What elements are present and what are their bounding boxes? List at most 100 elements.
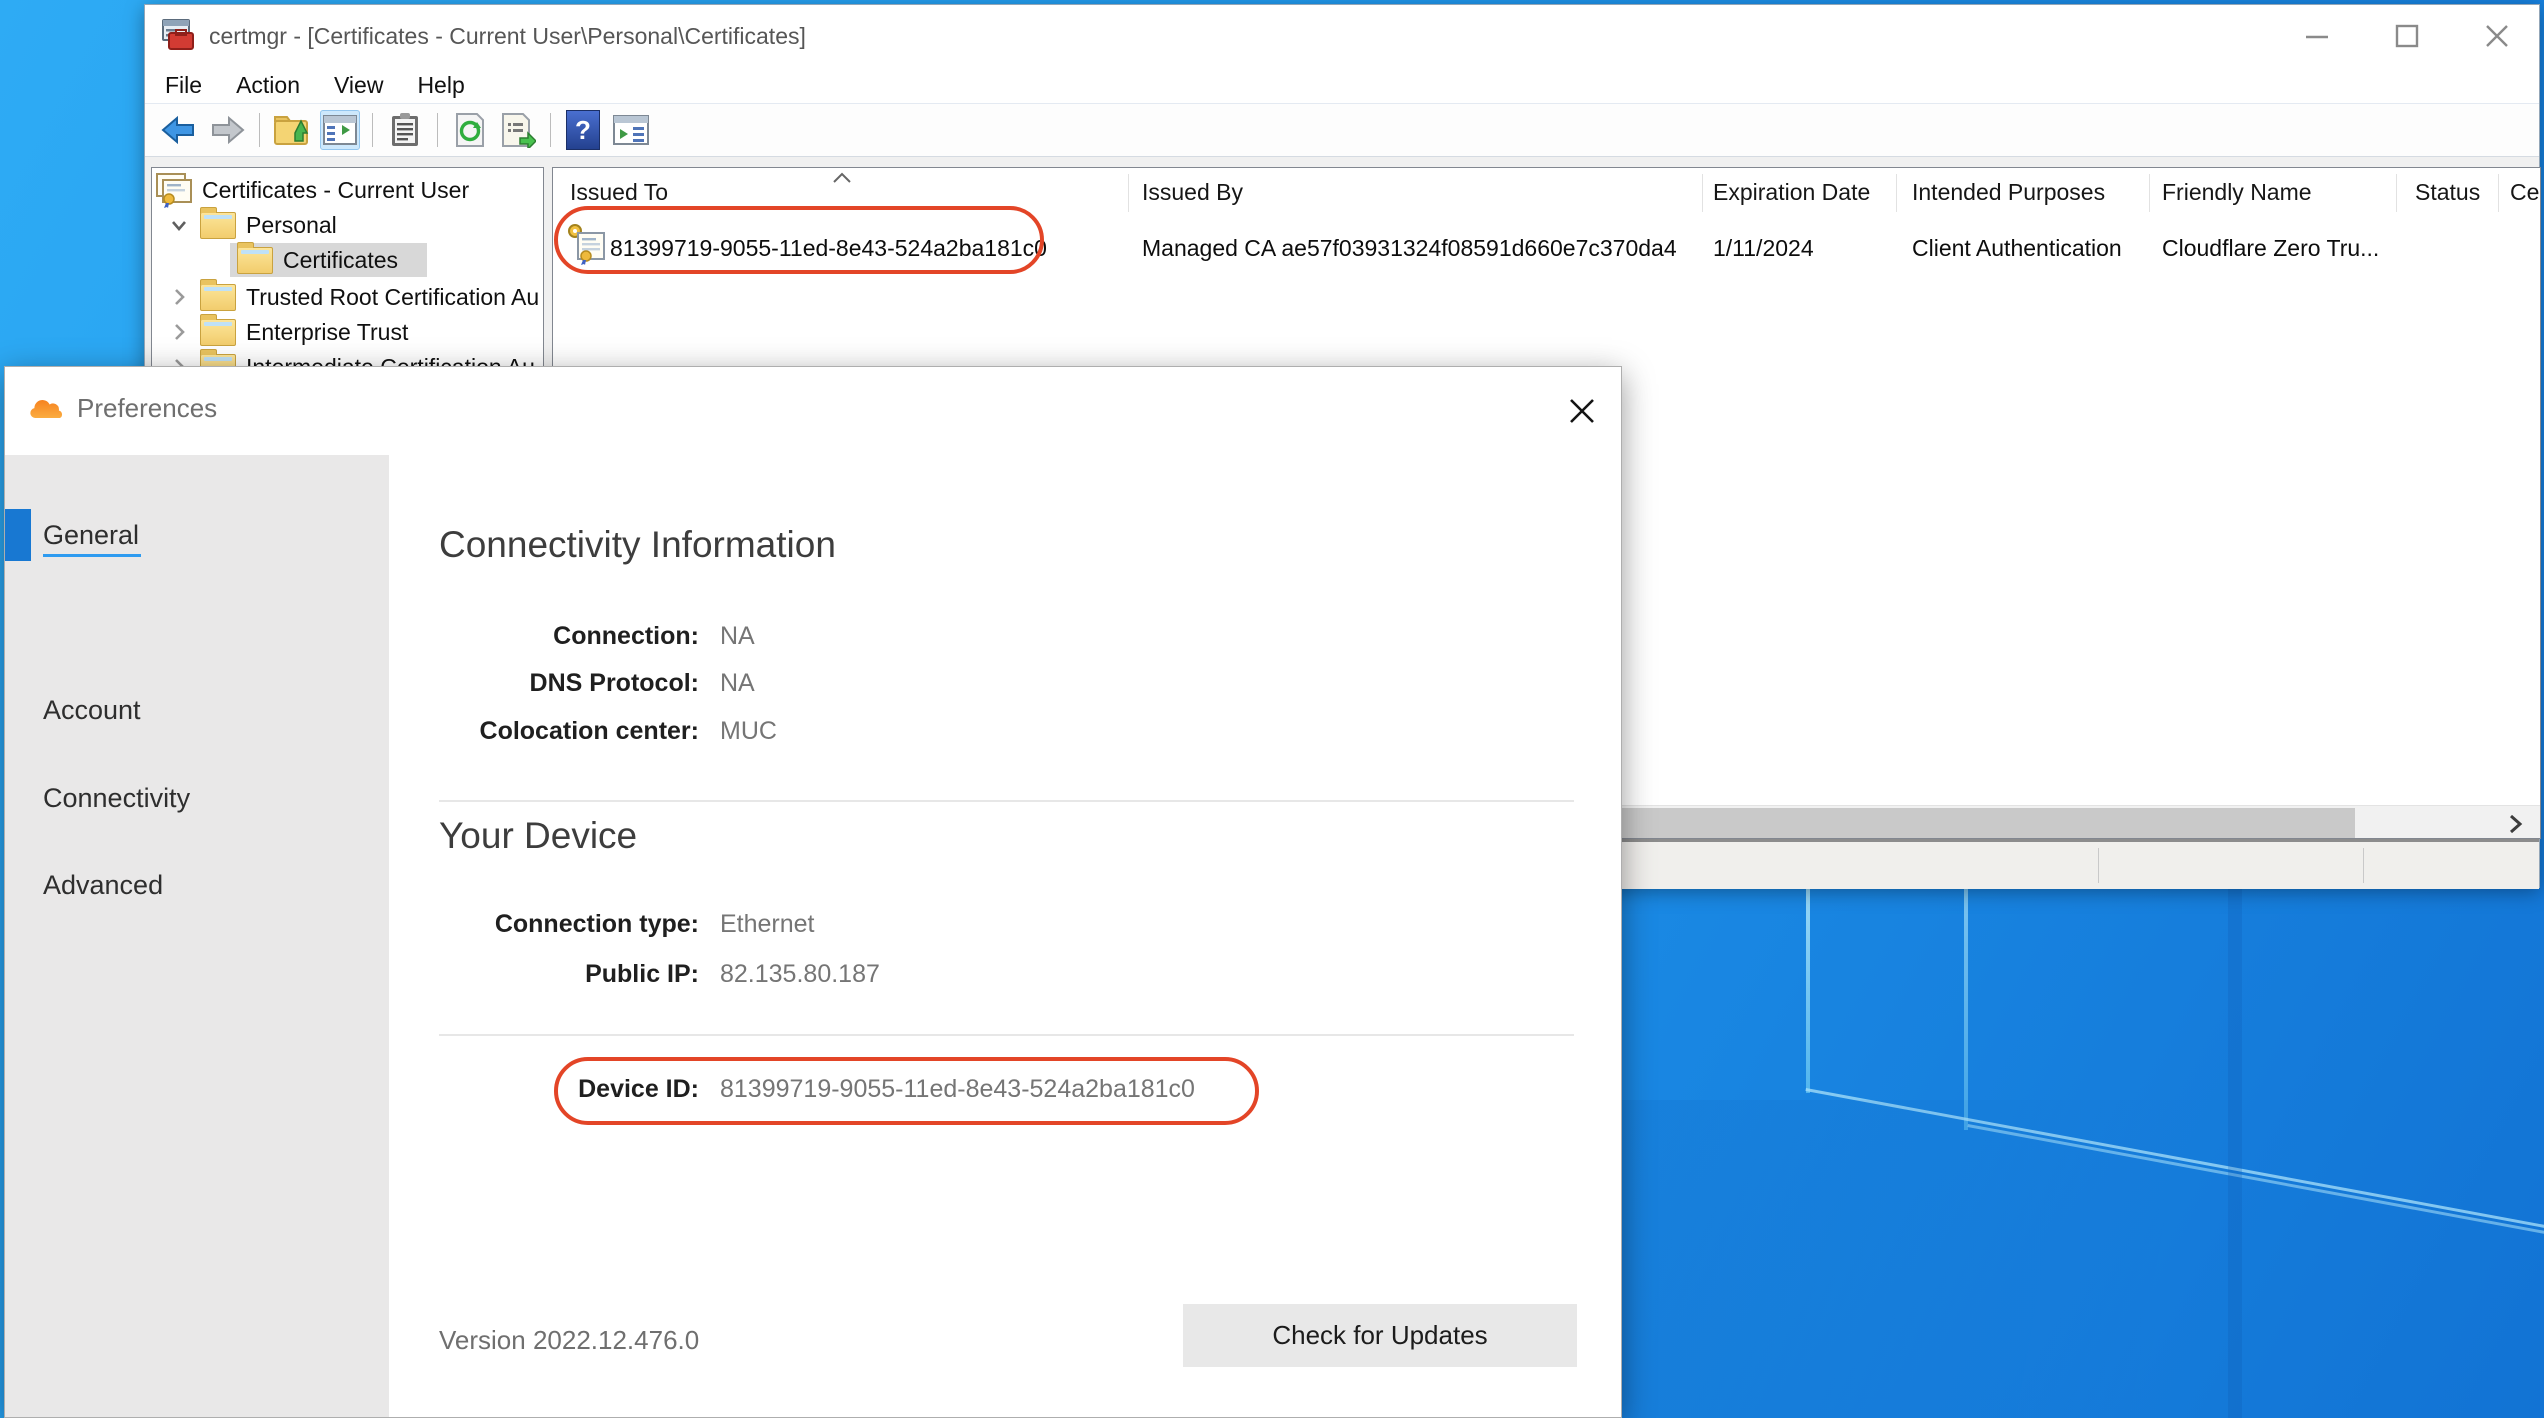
scroll-right-icon[interactable]: [2492, 806, 2538, 839]
column-header-issued-to[interactable]: Issued To: [570, 168, 668, 216]
chevron-right-icon[interactable]: [168, 286, 190, 308]
minimize-icon[interactable]: [2289, 10, 2345, 62]
cell-intended-purposes: Client Authentication: [1912, 217, 2122, 279]
clipboard-icon[interactable]: [385, 110, 425, 150]
cell-friendly-name: Cloudflare Zero Tru...: [2162, 217, 2379, 279]
active-tab-underline: [43, 554, 141, 557]
menu-action[interactable]: Action: [236, 72, 300, 99]
chevron-down-icon[interactable]: [168, 214, 190, 236]
public-ip-value: 82.135.80.187: [720, 960, 880, 989]
preferences-title: Preferences: [77, 393, 217, 424]
refresh-icon[interactable]: [450, 110, 490, 150]
tab-advanced[interactable]: Advanced: [43, 868, 163, 902]
certmgr-menubar: File Action View Help: [145, 67, 2539, 103]
tree-item-root[interactable]: Certificates - Current User: [152, 173, 543, 207]
toolbar-separator: [550, 113, 551, 147]
tree-item-personal[interactable]: Personal: [152, 208, 543, 242]
sort-asc-icon: [830, 170, 854, 191]
cell-issued-to: 81399719-9055-11ed-8e43-524a2ba181c0: [610, 217, 1047, 279]
back-icon[interactable]: [159, 110, 199, 150]
check-for-updates-button[interactable]: Check for Updates: [1183, 1304, 1577, 1367]
section-divider: [439, 800, 1574, 802]
toolbar-separator: [259, 113, 260, 147]
preferences-titlebar: Preferences: [19, 393, 217, 424]
folder-icon: [200, 319, 236, 346]
wallpaper-beam: [1964, 888, 1968, 1130]
certificate-key-icon: [566, 221, 608, 270]
cloudflare-logo: [29, 397, 67, 421]
help-icon[interactable]: ?: [563, 110, 603, 150]
section-divider: [439, 1034, 1574, 1036]
show-window-icon[interactable]: [611, 110, 651, 150]
column-header-friendly-name[interactable]: Friendly Name: [2162, 168, 2312, 216]
tree-certificates-label: Certificates: [283, 247, 398, 274]
colocation-value: MUC: [720, 717, 777, 746]
forward-icon[interactable]: [207, 110, 247, 150]
dns-protocol-label: DNS Protocol:: [389, 669, 699, 698]
active-tab-indicator: [5, 509, 31, 561]
chevron-right-icon[interactable]: [168, 321, 190, 343]
column-header-status[interactable]: Status: [2415, 168, 2480, 216]
toolbar-separator: [372, 113, 373, 147]
preferences-sidebar: General Account Connectivity Advanced: [5, 455, 389, 1417]
info-row-device-id: Device ID: 81399719-9055-11ed-8e43-524a2…: [389, 1075, 1389, 1104]
column-separator[interactable]: [2396, 174, 2397, 212]
folder-icon: [200, 212, 236, 239]
connection-value: NA: [720, 622, 755, 651]
maximize-icon[interactable]: [2379, 10, 2435, 62]
public-ip-label: Public IP:: [389, 960, 699, 989]
tree-root-label: Certificates - Current User: [202, 177, 469, 204]
menu-help[interactable]: Help: [417, 72, 464, 99]
tree-trusted-root-label: Trusted Root Certification Au: [246, 284, 539, 311]
toolbar-separator: [437, 113, 438, 147]
tree-item-trusted-root[interactable]: Trusted Root Certification Au: [152, 280, 543, 314]
help-glyph: ?: [566, 110, 600, 150]
column-header-intended-purposes[interactable]: Intended Purposes: [1912, 168, 2105, 216]
section-heading-connectivity: Connectivity Information: [439, 524, 836, 566]
column-separator[interactable]: [1702, 174, 1703, 212]
wallpaper-shade: [1622, 1100, 2544, 1418]
version-text: Version 2022.12.476.0: [439, 1325, 699, 1356]
column-separator[interactable]: [1896, 174, 1897, 212]
menu-file[interactable]: File: [165, 72, 202, 99]
section-heading-your-device: Your Device: [439, 815, 637, 857]
tab-account[interactable]: Account: [43, 693, 141, 727]
certmgr-app-icon: [159, 17, 197, 55]
info-row-public-ip: Public IP: 82.135.80.187: [389, 960, 1389, 989]
tree-item-enterprise-trust[interactable]: Enterprise Trust: [152, 315, 543, 349]
connection-type-value: Ethernet: [720, 910, 815, 939]
menu-view[interactable]: View: [334, 72, 383, 99]
certmgr-titlebar: certmgr - [Certificates - Current User\P…: [145, 5, 2539, 67]
tree-personal-label: Personal: [246, 212, 337, 239]
statusbar-separator: [2363, 848, 2364, 883]
tree-enterprise-trust-label: Enterprise Trust: [246, 319, 408, 346]
device-id-label: Device ID:: [389, 1075, 699, 1104]
tree-item-certificates[interactable]: Certificates: [152, 243, 543, 277]
column-header-expiration-date[interactable]: Expiration Date: [1713, 168, 1870, 216]
console-tree-icon[interactable]: [320, 110, 360, 150]
info-row-connection-type: Connection type: Ethernet: [389, 910, 1389, 939]
certmgr-toolbar: ?: [145, 103, 2539, 157]
info-row-colocation: Colocation center: MUC: [389, 717, 1389, 746]
preferences-window: Preferences General Account Connectivity…: [4, 366, 1622, 1418]
connection-type-label: Connection type:: [389, 910, 699, 939]
tab-connectivity[interactable]: Connectivity: [43, 781, 190, 815]
close-icon[interactable]: [1561, 391, 1603, 431]
folder-icon: [200, 284, 236, 311]
folder-icon: [237, 247, 273, 274]
wallpaper-beam: [1806, 888, 1810, 1093]
column-header-certificate[interactable]: Ce: [2510, 168, 2539, 216]
colocation-label: Colocation center:: [389, 717, 699, 746]
column-header-issued-by[interactable]: Issued By: [1142, 168, 1243, 216]
export-list-icon[interactable]: [498, 110, 538, 150]
device-id-value: 81399719-9055-11ed-8e43-524a2ba181c0: [720, 1075, 1195, 1104]
info-row-connection: Connection: NA: [389, 622, 1389, 651]
column-separator[interactable]: [2149, 174, 2150, 212]
column-separator[interactable]: [2498, 174, 2499, 212]
close-icon[interactable]: [2469, 10, 2525, 62]
tab-general[interactable]: General: [43, 518, 139, 552]
up-folder-icon[interactable]: [272, 110, 312, 150]
certificates-root-icon: [154, 172, 194, 208]
dns-protocol-value: NA: [720, 669, 755, 698]
column-separator[interactable]: [1128, 174, 1129, 212]
